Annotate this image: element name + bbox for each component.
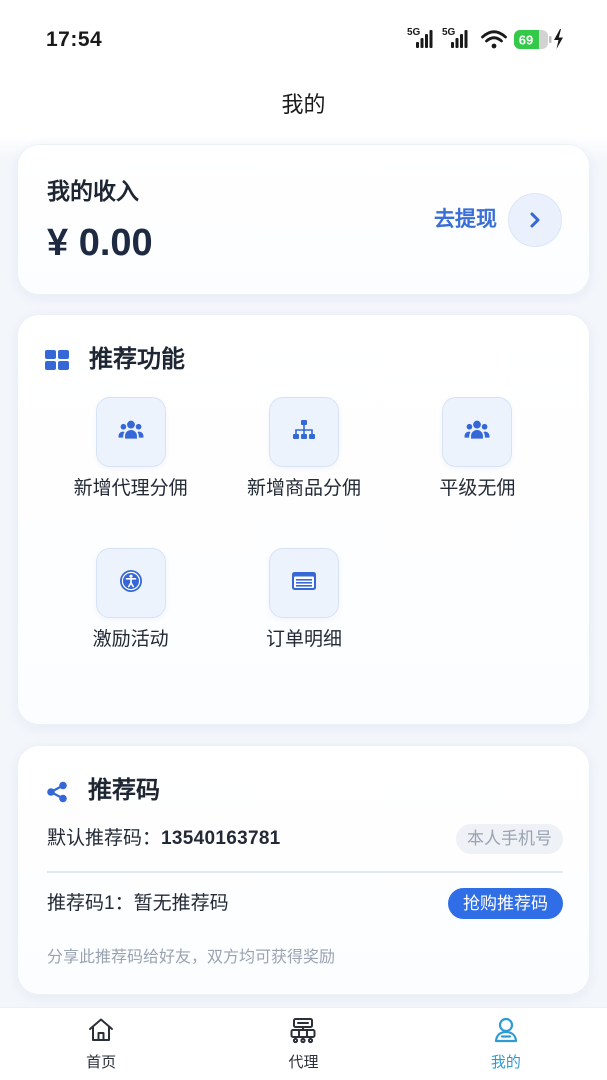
battery-icon: 69	[514, 30, 552, 49]
feature-label: 新增商品分佣	[246, 478, 361, 499]
income-title: 我的收入	[47, 178, 139, 204]
income-amount: ¥ 0.00	[47, 222, 153, 264]
features-title: 推荐功能	[89, 346, 185, 373]
referral-title: 推荐码	[88, 777, 160, 804]
users-icon	[464, 419, 490, 446]
feature-same-level[interactable]: 平级无佣	[391, 397, 564, 548]
income-card: 我的收入 ¥ 0.00 去提现	[17, 144, 590, 295]
feature-label: 激励活动	[92, 629, 169, 650]
tab-home[interactable]: 首页	[0, 1008, 202, 1080]
grid-icon	[45, 350, 69, 375]
feature-agent-commission[interactable]: 新增代理分佣	[44, 397, 217, 548]
feature-order-details[interactable]: 订单明细	[217, 548, 390, 699]
battery-level: 69	[519, 33, 533, 48]
status-bar: 17:54 5G 5G 69	[0, 0, 607, 70]
charging-bolt-icon	[554, 29, 563, 49]
feature-label: 新增代理分佣	[73, 478, 188, 499]
feature-icon-box	[268, 397, 339, 467]
agent-icon	[288, 1015, 318, 1045]
referral-code-1-label: 推荐码1：	[47, 893, 134, 914]
network-1-label: 5G	[407, 27, 421, 38]
referral-code-1-row: 推荐码1：暂无推荐码	[47, 890, 229, 918]
status-icons: 5G 5G 69	[407, 27, 563, 49]
wifi-icon	[481, 30, 507, 49]
user-icon	[491, 1015, 521, 1045]
tab-agent[interactable]: 代理	[202, 1008, 404, 1080]
feature-icon-box	[95, 548, 166, 618]
accessibility-icon	[119, 569, 143, 598]
features-card: 推荐功能 新增代理分佣 新增商品分佣 平级无佣 激励活动 订单明细	[17, 314, 590, 725]
feature-icon-box	[268, 548, 339, 618]
referral-code-1-value: 暂无推荐码	[133, 893, 229, 914]
feature-icon-box	[95, 397, 166, 467]
cell-signal-2-icon: 5G	[442, 27, 468, 48]
features-grid: 新增代理分佣 新增商品分佣 平级无佣 激励活动 订单明细	[44, 397, 564, 699]
withdraw-label: 去提现	[434, 208, 497, 231]
default-referral-code: 13540163781	[161, 828, 281, 849]
tab-mine[interactable]: 我的	[405, 1008, 607, 1080]
share-icon	[46, 781, 68, 808]
referral-note: 分享此推荐码给好友，双方均可获得奖励	[47, 949, 336, 966]
users-icon	[118, 419, 144, 446]
cell-signal-1-icon: 5G	[407, 27, 433, 48]
divider	[47, 871, 563, 873]
default-referral-label: 默认推荐码：	[47, 828, 162, 849]
network-2-label: 5G	[442, 27, 456, 38]
chevron-right-icon	[508, 193, 562, 247]
phone-number-badge: 本人手机号	[456, 824, 563, 854]
tab-mine-label: 我的	[490, 1054, 521, 1071]
feature-product-commission[interactable]: 新增商品分佣	[217, 397, 390, 548]
bottom-tab-bar: 首页 代理 我的	[0, 1007, 607, 1080]
buy-referral-code-button[interactable]: 抢购推荐码	[448, 888, 563, 919]
withdraw-button[interactable]: 去提现	[434, 193, 562, 247]
sitemap-icon	[292, 419, 316, 446]
tab-home-label: 首页	[86, 1054, 117, 1071]
default-referral-row: 默认推荐码：13540163781	[47, 825, 281, 853]
home-icon	[86, 1015, 116, 1045]
tab-agent-label: 代理	[288, 1054, 319, 1071]
feature-label: 订单明细	[265, 629, 342, 650]
feature-icon-box	[442, 397, 513, 467]
feature-incentive[interactable]: 激励活动	[44, 548, 217, 699]
referral-card: 推荐码 默认推荐码：13540163781 本人手机号 推荐码1：暂无推荐码 抢…	[17, 745, 590, 995]
feature-label: 平级无佣	[439, 478, 516, 499]
list-window-icon	[291, 571, 317, 596]
status-time: 17:54	[46, 28, 103, 51]
page-title: 我的	[281, 92, 326, 117]
